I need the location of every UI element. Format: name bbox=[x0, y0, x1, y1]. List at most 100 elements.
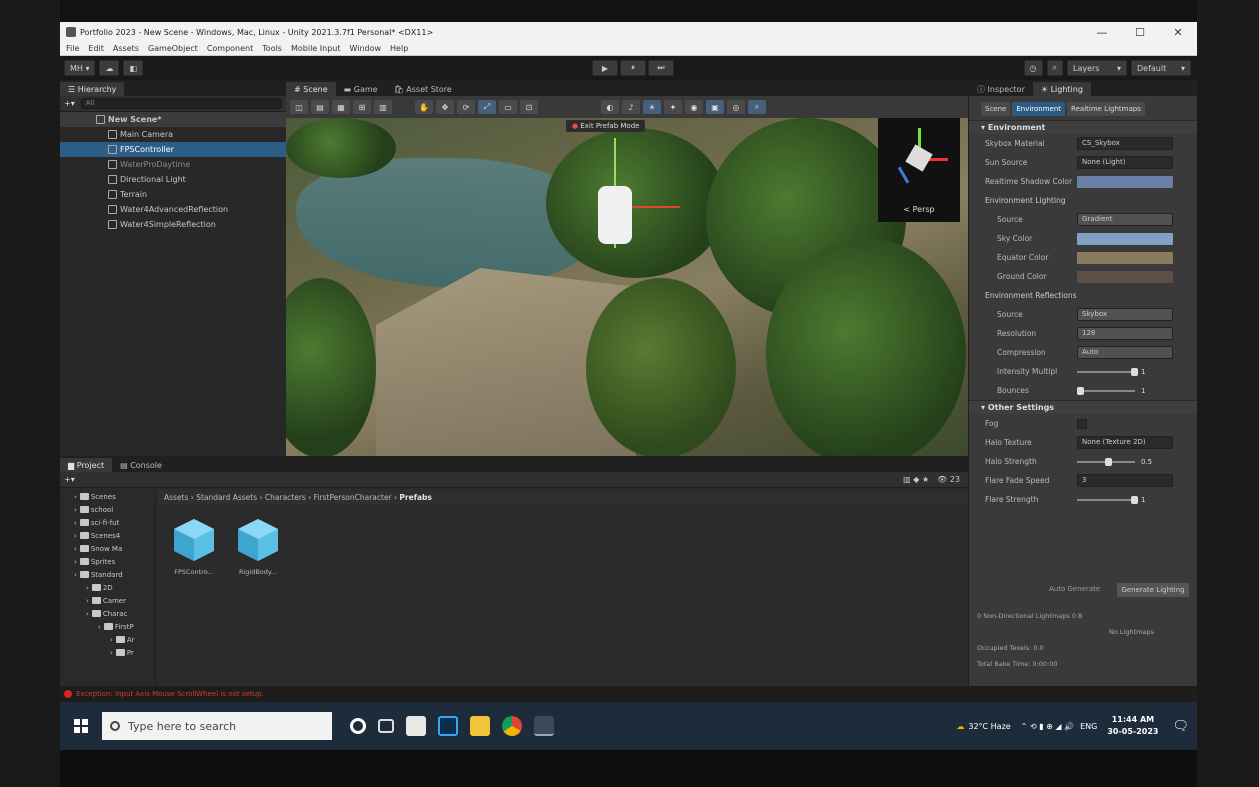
asset-fpscontroller[interactable]: FPSContro... bbox=[166, 516, 222, 576]
scene-search-icon[interactable]: ⌕ bbox=[748, 100, 766, 114]
menu-assets[interactable]: Assets bbox=[113, 44, 139, 53]
asset-rigidbody[interactable]: RigidBody... bbox=[230, 516, 286, 576]
store-icon[interactable] bbox=[406, 716, 426, 736]
intensity-value[interactable]: 1 bbox=[1141, 368, 1145, 376]
intensity-slider[interactable] bbox=[1077, 367, 1138, 376]
tab-inspector[interactable]: ⓘ Inspector bbox=[969, 82, 1033, 96]
minimize-button[interactable]: — bbox=[1083, 26, 1121, 39]
hidden-objects-icon[interactable]: ◉ bbox=[685, 100, 703, 114]
expand-arrow-icon[interactable]: › bbox=[74, 506, 77, 514]
folder-item[interactable]: › school bbox=[60, 503, 155, 516]
rotate-tool-icon[interactable]: ⟳ bbox=[457, 100, 475, 114]
step-button[interactable]: ⏭ bbox=[648, 60, 674, 76]
menu-help[interactable]: Help bbox=[390, 44, 408, 53]
hierarchy-item[interactable]: Water4AdvancedReflection bbox=[60, 202, 286, 217]
folder-item[interactable]: › FirstP bbox=[60, 620, 155, 633]
lighting-source-dropdown[interactable]: Gradient bbox=[1077, 213, 1173, 226]
folder-item[interactable]: › Sprites bbox=[60, 555, 155, 568]
tab-scene[interactable]: # Scene bbox=[286, 82, 336, 96]
status-bar[interactable]: Exception: Input Axis Mouse ScrollWheel … bbox=[60, 686, 1197, 702]
gizmos-dropdown[interactable]: ◎ bbox=[727, 100, 745, 114]
fog-checkbox[interactable] bbox=[1077, 418, 1087, 429]
flare-strength-value[interactable]: 1 bbox=[1141, 496, 1145, 504]
add-icon[interactable]: +▾ bbox=[64, 99, 75, 108]
section-other-settings[interactable]: ▾ Other Settings bbox=[969, 400, 1197, 414]
sun-source-field[interactable]: None (Light) bbox=[1077, 156, 1173, 169]
history-icon[interactable]: ◷ bbox=[1023, 60, 1043, 76]
camera-icon[interactable]: ▣ bbox=[706, 100, 724, 114]
shading-mode-dropdown[interactable]: ◫ bbox=[290, 100, 308, 114]
grid-dropdown[interactable]: ▦ bbox=[332, 100, 350, 114]
folder-item[interactable]: › 2D bbox=[60, 581, 155, 594]
flare-strength-slider[interactable] bbox=[1077, 495, 1138, 504]
maximize-button[interactable]: ☐ bbox=[1121, 26, 1159, 39]
menu-mobile-input[interactable]: Mobile Input bbox=[291, 44, 341, 53]
hierarchy-item[interactable]: Terrain bbox=[60, 187, 286, 202]
halo-strength-slider[interactable] bbox=[1077, 457, 1135, 466]
sky-color-swatch[interactable] bbox=[1077, 232, 1173, 245]
2d-toggle[interactable]: ◐ bbox=[601, 100, 619, 114]
increment-dropdown[interactable]: ▥ bbox=[374, 100, 392, 114]
effects-icon[interactable]: ✦ bbox=[664, 100, 682, 114]
menu-component[interactable]: Component bbox=[207, 44, 253, 53]
hierarchy-item[interactable]: Water4SimpleReflection bbox=[60, 217, 286, 232]
hierarchy-item[interactable]: Main Camera bbox=[60, 127, 286, 142]
expand-arrow-icon[interactable]: › bbox=[86, 584, 89, 592]
hand-tool-icon[interactable]: ✋ bbox=[415, 100, 433, 114]
crumb-firstperson[interactable]: FirstPersonCharacter bbox=[314, 493, 392, 502]
language-indicator[interactable]: ENG bbox=[1080, 722, 1097, 731]
reflection-source-dropdown[interactable]: Skybox bbox=[1077, 308, 1173, 321]
slider-knob[interactable] bbox=[1105, 457, 1112, 466]
folder-item[interactable]: › Scenes bbox=[60, 490, 155, 503]
generate-lighting-button[interactable]: Generate Lighting bbox=[1117, 583, 1189, 597]
move-tool-icon[interactable]: ✥ bbox=[436, 100, 454, 114]
visibility-icon[interactable]: 👁 23 bbox=[937, 475, 960, 484]
create-icon[interactable]: +▾ bbox=[64, 475, 75, 484]
expand-arrow-icon[interactable]: › bbox=[86, 610, 89, 618]
tray-icons[interactable]: ⌃ ⟲ ▮ ⊕ ◢ 🔊 bbox=[1021, 722, 1074, 731]
notifications-icon[interactable]: 🗨 bbox=[1172, 719, 1189, 734]
audio-toggle-icon[interactable]: ♪ bbox=[622, 100, 640, 114]
tab-game[interactable]: ▬ Game bbox=[336, 82, 386, 96]
pause-button[interactable]: ⏸ bbox=[620, 60, 646, 76]
weather-text[interactable]: 32°C Haze bbox=[968, 722, 1010, 731]
tab-project[interactable]: ▆ Project bbox=[60, 458, 113, 472]
expand-arrow-icon[interactable]: › bbox=[74, 493, 77, 501]
skybox-field[interactable]: CS_Skybox bbox=[1077, 137, 1173, 150]
unity-hub-icon[interactable] bbox=[534, 716, 554, 736]
folder-item[interactable]: › sci-fi-fut bbox=[60, 516, 155, 529]
orientation-gizmo[interactable]: < Persp bbox=[878, 118, 960, 222]
expand-arrow-icon[interactable]: › bbox=[110, 636, 113, 644]
transform-tool-icon[interactable]: ⊡ bbox=[520, 100, 538, 114]
ground-color-swatch[interactable] bbox=[1077, 270, 1173, 283]
bounces-slider[interactable] bbox=[1077, 386, 1135, 395]
halo-strength-value[interactable]: 0.5 bbox=[1141, 458, 1152, 466]
scene-viewport[interactable]: ● Exit Prefab Mode < Persp bbox=[286, 118, 968, 456]
expand-arrow-icon[interactable]: › bbox=[74, 519, 77, 527]
photoshop-icon[interactable] bbox=[438, 716, 458, 736]
file-explorer-icon[interactable] bbox=[470, 716, 490, 736]
hierarchy-search-input[interactable]: All bbox=[80, 98, 282, 109]
section-environment[interactable]: ▾ Environment bbox=[969, 120, 1197, 134]
auto-generate-label[interactable]: Auto Generate bbox=[1049, 585, 1100, 593]
perspective-label[interactable]: < Persp bbox=[878, 205, 960, 214]
layout-dropdown[interactable]: Default ▾ bbox=[1131, 60, 1191, 76]
expand-arrow-icon[interactable]: › bbox=[98, 623, 101, 631]
folder-item[interactable]: › Scenes4 bbox=[60, 529, 155, 542]
task-view-icon[interactable] bbox=[378, 719, 394, 733]
folder-item[interactable]: › Ar bbox=[60, 633, 155, 646]
tab-asset-store[interactable]: 🛍 Asset Store bbox=[386, 82, 460, 96]
weather-icon[interactable]: ☁ bbox=[956, 722, 964, 731]
hierarchy-item[interactable]: WaterProDaytime bbox=[60, 157, 286, 172]
resolution-dropdown[interactable]: 128 bbox=[1077, 327, 1173, 340]
halo-texture-field[interactable]: None (Texture 2D) bbox=[1077, 436, 1173, 449]
prefab-mode-notice[interactable]: ● Exit Prefab Mode bbox=[566, 120, 646, 132]
search-icon[interactable]: ⌕ bbox=[1046, 60, 1063, 76]
taskbar-search-input[interactable]: Type here to search bbox=[102, 712, 332, 740]
draw-mode-dropdown[interactable]: ▤ bbox=[311, 100, 329, 114]
hierarchy-item[interactable]: Directional Light bbox=[60, 172, 286, 187]
lighting-tab-environment[interactable]: Environment bbox=[1012, 102, 1066, 116]
menu-tools[interactable]: Tools bbox=[262, 44, 282, 53]
account-dropdown[interactable]: MH ▾ bbox=[64, 60, 96, 76]
clock[interactable]: 11:44 AM 30-05-2023 bbox=[1107, 714, 1158, 738]
